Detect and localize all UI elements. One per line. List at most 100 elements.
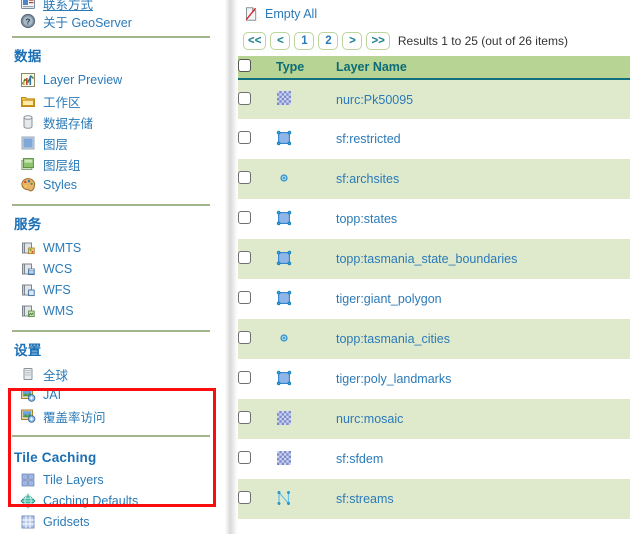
row-checkbox[interactable] [238,451,251,464]
row-layer-name-cell: sf:archsites [336,159,630,199]
row-checkbox[interactable] [238,91,251,105]
row-select-cell [238,359,276,399]
layer-name-link[interactable]: tiger:poly_landmarks [336,372,451,386]
row-type-cell [276,159,336,199]
layer-square-icon [20,135,36,151]
row-select-cell [238,319,276,359]
sidebar-item-layers[interactable]: 图层 [0,133,222,153]
sidebar-item-label: Tile Layers [43,473,104,487]
table-row[interactable]: sf:archsites [238,159,630,199]
results-count-label: Results 1 to 25 (out of 26 items) [397,34,568,48]
row-select-cell [238,239,276,279]
row-checkbox[interactable] [238,331,251,344]
row-type-cell [276,199,336,239]
table-row[interactable]: nurc:mosaic [238,399,630,439]
table-row[interactable]: sf:streams [238,479,630,519]
empty-all-button[interactable]: Empty All [238,0,630,25]
pagination-next-button[interactable]: > [342,32,363,50]
table-row[interactable]: sf:restricted [238,119,630,159]
sidebar-item-about-geoserver[interactable]: ? 关于 GeoServer [0,11,222,31]
layer-name-link[interactable]: sf:sfdem [336,452,383,466]
row-checkbox[interactable] [238,251,251,264]
pagination-page-2-button[interactable]: 2 [318,32,339,50]
row-select-cell [238,119,276,159]
layer-name-link[interactable]: topp:states [336,212,397,226]
pagination-first-button[interactable]: << [243,32,267,50]
row-checkbox[interactable] [238,371,251,384]
section-title-data: 数据 [14,49,42,64]
row-checkbox[interactable] [238,491,251,504]
svg-text:?: ? [26,17,31,26]
row-type-cell [276,79,336,119]
sidebar-item-global[interactable]: 全球 [0,364,222,384]
table-row[interactable]: tiger:poly_landmarks [238,359,630,399]
contact-card-icon [20,0,36,11]
section-divider [12,330,210,332]
layer-name-link[interactable]: topp:tasmania_state_boundaries [336,252,517,266]
sidebar-item-styles[interactable]: Styles [0,175,222,195]
layer-name-link[interactable]: topp:tasmania_cities [336,332,450,346]
table-row[interactable]: sf:sfdem [238,439,630,479]
layer-name-link[interactable]: nurc:mosaic [336,412,403,426]
sidebar-item-caching-defaults[interactable]: Caching Defaults [0,491,222,511]
pagination-prev-button[interactable]: < [270,32,291,50]
table-row[interactable]: topp:tasmania_state_boundaries [238,239,630,279]
header-select-all-cell [238,56,276,80]
row-type-cell [276,439,336,479]
sidebar-item-layergroups[interactable]: 图层组 [0,154,222,174]
row-checkbox[interactable] [238,411,251,424]
sidebar-section-settings: 设置 全球 JAI 覆盖率访问 [0,339,222,426]
sidebar-item-tile-layers[interactable]: Tile Layers [0,470,222,490]
layer-name-link[interactable]: sf:streams [336,492,394,506]
pagination-last-button[interactable]: >> [366,32,390,50]
raster-type-icon [276,90,292,106]
sidebar-item-gridsets[interactable]: Gridsets [0,512,222,532]
table-row[interactable]: nurc:Pk50095 [238,79,630,119]
sidebar-item-wmts[interactable]: WMTS [0,238,222,258]
sidebar-item-coverage-access[interactable]: 覆盖率访问 [0,406,222,426]
sidebar-divider-shadow [222,0,238,534]
sidebar-item-wcs[interactable]: WCS [0,259,222,279]
table-row[interactable]: topp:states [238,199,630,239]
row-checkbox[interactable] [238,211,251,224]
service-wcs-icon [20,261,36,277]
row-select-cell [238,479,276,519]
layer-name-link[interactable]: nurc:Pk50095 [336,93,413,107]
row-checkbox[interactable] [238,291,251,304]
layergroup-icon [20,156,36,172]
layer-name-link[interactable]: tiger:giant_polygon [336,292,442,306]
section-title-services: 服务 [14,217,42,232]
row-checkbox[interactable] [238,131,251,144]
row-type-cell [276,239,336,279]
header-layer-name[interactable]: Layer Name [336,56,630,80]
table-row[interactable]: tiger:giant_polygon [238,279,630,319]
sidebar-item-label: Gridsets [43,515,90,529]
layer-table-body: nurc:Pk50095 sf:restricted sf:archsites … [238,79,630,519]
datastore-cylinder-icon [20,114,36,130]
sidebar-item-label: 图层组 [43,158,81,173]
section-divider [12,435,210,437]
sidebar-item-contact[interactable]: 联系方式 [0,0,222,12]
service-wfs-icon [20,282,36,298]
row-layer-name-cell: topp:tasmania_cities [336,319,630,359]
table-row[interactable]: topp:tasmania_cities [238,319,630,359]
header-type[interactable]: Type [276,56,336,80]
pagination-page-1-button[interactable]: 1 [294,32,315,50]
layer-name-link[interactable]: sf:archsites [336,172,399,186]
sidebar-item-workspaces[interactable]: 工作区 [0,91,222,111]
row-select-cell [238,199,276,239]
sidebar-item-label: Styles [43,178,78,192]
sidebar-item-wfs[interactable]: WFS [0,280,222,300]
row-type-cell [276,119,336,159]
row-layer-name-cell: sf:sfdem [336,439,630,479]
styles-palette-icon [20,177,36,193]
sidebar-item-layer-preview[interactable]: Layer Preview [0,70,222,90]
section-title-settings: 设置 [14,343,42,358]
select-all-checkbox[interactable] [238,59,251,72]
layer-name-link[interactable]: sf:restricted [336,132,401,146]
sidebar-item-jai[interactable]: JAI [0,385,222,405]
row-layer-name-cell: tiger:poly_landmarks [336,359,630,399]
sidebar-item-stores[interactable]: 数据存储 [0,112,222,132]
row-checkbox[interactable] [238,171,251,184]
sidebar-item-wms[interactable]: WMS [0,301,222,321]
